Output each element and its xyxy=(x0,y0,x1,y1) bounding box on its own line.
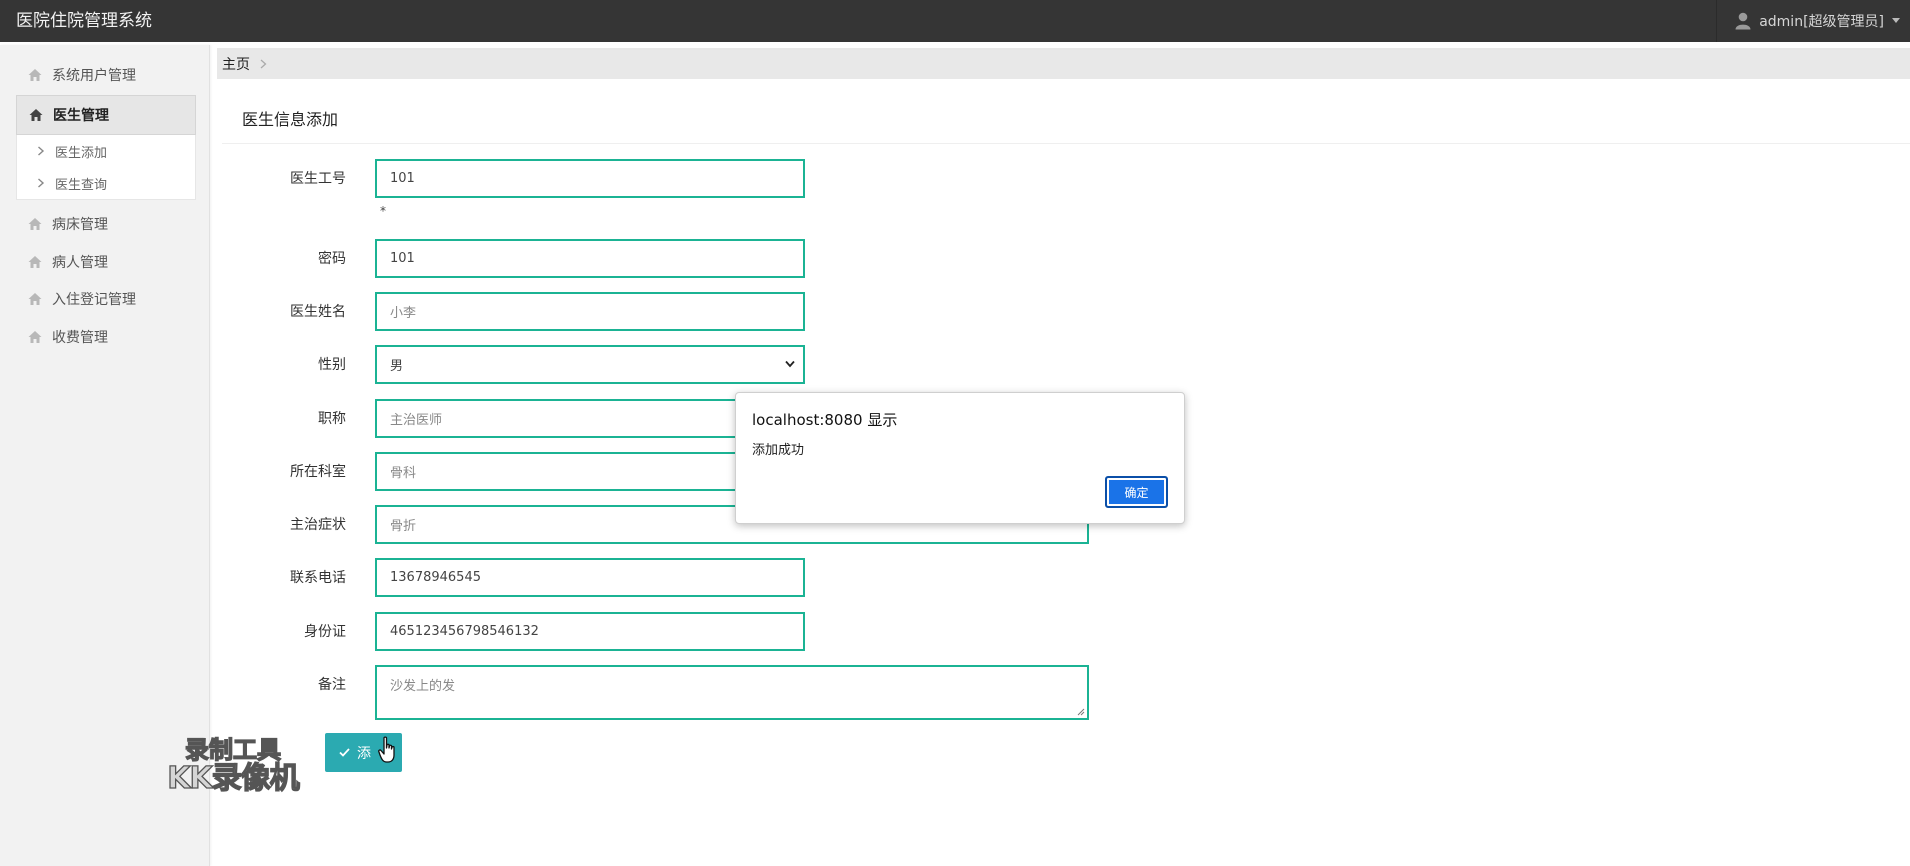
sidebar-item-system-users[interactable]: 系统用户管理 xyxy=(16,55,196,95)
sidebar-item-label: 入住登记管理 xyxy=(52,292,136,308)
sidebar-item-patient-management[interactable]: 病人管理 xyxy=(16,242,196,282)
submenu-item-add-doctor[interactable]: 医生添加 xyxy=(17,135,197,167)
page-title: 医生信息添加 xyxy=(242,110,339,129)
field-label-job-title: 职称 xyxy=(318,411,346,427)
doctor-id-input[interactable]: 101 xyxy=(375,159,805,198)
field-placeholder: 沙发上的发 xyxy=(390,679,456,694)
chevron-right-icon xyxy=(38,178,45,188)
breadcrumb: 主页 xyxy=(217,48,1910,79)
resize-grip-icon[interactable] xyxy=(1076,707,1085,716)
alert-dialog: localhost:8080 显示 添加成功 确定 xyxy=(735,392,1185,524)
dialog-message: 添加成功 xyxy=(752,443,805,458)
sidebar-item-admission-management[interactable]: 入住登记管理 xyxy=(16,279,196,319)
submenu-item-label: 医生添加 xyxy=(55,145,108,161)
sidebar-item-label: 收费管理 xyxy=(52,330,108,346)
top-navbar: 医院住院管理系统 admin[超级管理员] xyxy=(0,0,1910,42)
remarks-textarea[interactable]: 沙发上的发 xyxy=(375,665,1089,720)
home-icon xyxy=(28,331,42,343)
field-label-doctor-id: 医生工号 xyxy=(290,171,346,187)
recorder-watermark: 录制工具 KK录像机 xyxy=(158,736,308,797)
submenu-item-label: 医生查询 xyxy=(55,177,108,193)
sidebar-item-doctor-management[interactable]: 医生管理 xyxy=(16,95,196,135)
caret-down-icon xyxy=(1892,18,1900,23)
field-label-phone: 联系电话 xyxy=(290,570,346,586)
sidebar-item-label: 系统用户管理 xyxy=(52,68,136,84)
field-label-gender: 性别 xyxy=(318,357,346,373)
field-label-doctor-name: 医生姓名 xyxy=(290,304,346,320)
watermark-line1: 录制工具 xyxy=(184,736,281,764)
submenu-item-query-doctor[interactable]: 医生查询 xyxy=(17,167,197,199)
user-icon xyxy=(1735,12,1751,30)
doctor-name-input[interactable]: 小李 xyxy=(375,292,805,331)
gender-select[interactable]: 男 xyxy=(375,345,805,384)
field-label-remarks: 备注 xyxy=(318,677,346,693)
home-icon xyxy=(28,69,42,81)
phone-input[interactable]: 13678946545 xyxy=(375,558,805,597)
check-icon xyxy=(339,748,350,757)
user-menu[interactable]: admin[超级管理员] xyxy=(1716,0,1910,42)
dialog-ok-button[interactable]: 确定 xyxy=(1105,476,1168,508)
sidebar-item-bed-management[interactable]: 病床管理 xyxy=(16,204,196,244)
breadcrumb-home-link[interactable]: 主页 xyxy=(222,54,250,74)
chevron-right-icon xyxy=(260,59,267,68)
watermark-line2: KK录像机 xyxy=(167,761,301,797)
button-label: 添 xyxy=(357,745,371,762)
home-icon xyxy=(28,256,42,268)
password-input[interactable]: 101 xyxy=(375,239,805,278)
home-icon xyxy=(29,109,43,121)
select-value: 男 xyxy=(390,359,404,374)
field-placeholder: 骨折 xyxy=(390,519,417,534)
field-placeholder: 骨科 xyxy=(390,466,417,481)
field-value: 465123456798546132 xyxy=(390,624,539,639)
chevron-right-icon xyxy=(38,146,45,156)
field-label-password: 密码 xyxy=(318,251,346,267)
app-title: 医院住院管理系统 xyxy=(16,11,152,31)
field-label-department: 所在科室 xyxy=(290,464,346,480)
field-placeholder: 主治医师 xyxy=(390,413,443,428)
home-icon xyxy=(28,293,42,305)
hand-cursor-icon xyxy=(378,736,395,763)
dialog-title: localhost:8080 显示 xyxy=(752,411,898,429)
divider xyxy=(222,143,1910,144)
sidebar-item-label: 病床管理 xyxy=(52,217,108,233)
id-card-input[interactable]: 465123456798546132 xyxy=(375,612,805,651)
sidebar-item-label: 病人管理 xyxy=(52,255,108,271)
field-label-id-card: 身份证 xyxy=(304,624,346,640)
user-label: admin[超级管理员] xyxy=(1759,14,1884,30)
field-value: 101 xyxy=(390,171,415,186)
chevron-down-icon xyxy=(785,360,795,368)
sidebar-item-label: 医生管理 xyxy=(53,108,109,124)
home-icon xyxy=(28,218,42,230)
required-mark: * xyxy=(380,204,386,218)
field-value: 13678946545 xyxy=(390,570,481,585)
field-value: 101 xyxy=(390,251,415,266)
doctor-submenu: 医生添加 医生查询 xyxy=(16,135,196,200)
sidebar-item-billing-management[interactable]: 收费管理 xyxy=(16,317,196,357)
field-label-specialty: 主治症状 xyxy=(290,517,346,533)
field-placeholder: 小李 xyxy=(390,306,417,321)
